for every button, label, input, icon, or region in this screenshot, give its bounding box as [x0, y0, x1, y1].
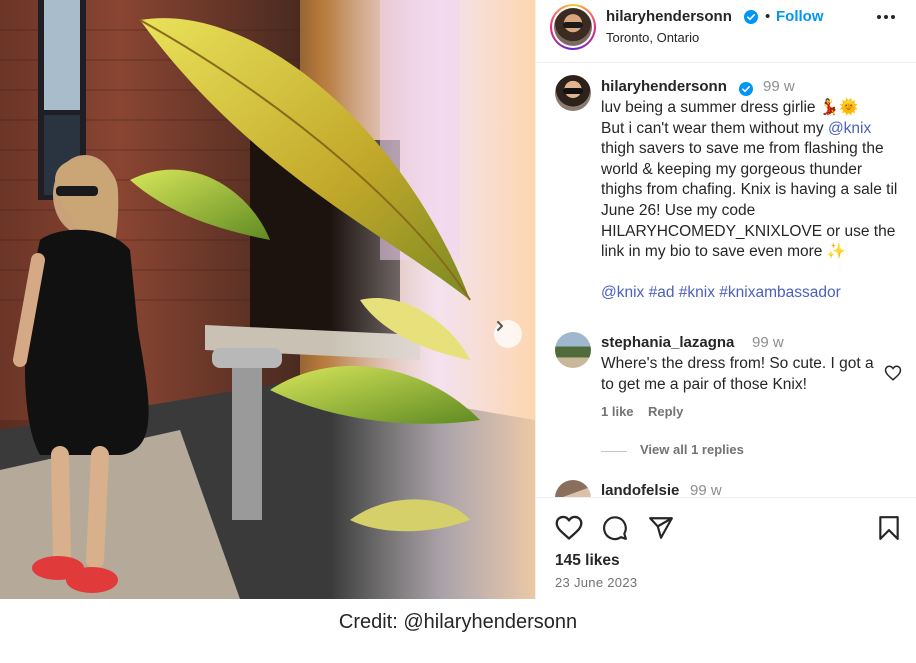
- share-icon[interactable]: [648, 515, 674, 541]
- comment-timestamp: 99 w: [690, 482, 722, 497]
- reply-button[interactable]: Reply: [648, 404, 683, 419]
- caption-text-start: But i can't wear them without my: [601, 119, 828, 137]
- comment-icon[interactable]: [602, 515, 628, 541]
- next-photo-button[interactable]: [494, 320, 522, 348]
- view-replies-button[interactable]: View all 1 replies: [640, 442, 744, 457]
- post-header: hilaryhendersonn • Follow Toronto, Ontar…: [536, 0, 916, 63]
- comment-text: Where's the dress from! So cute. I got a…: [601, 355, 874, 393]
- separator-dot: •: [765, 8, 771, 25]
- comment-timestamp: 99 w: [752, 334, 784, 351]
- comment-like-heart-icon[interactable]: [884, 364, 902, 382]
- commenter-avatar[interactable]: [555, 332, 591, 368]
- caption-text-end: thigh savers to save me from flashing th…: [601, 140, 898, 261]
- comment-username[interactable]: stephania_lazagna: [601, 334, 734, 351]
- comments-section: hilaryhendersonn 99 w luv being a summer…: [536, 64, 916, 497]
- post-location[interactable]: Toronto, Ontario: [606, 30, 699, 45]
- bookmark-icon[interactable]: [878, 515, 900, 541]
- caption-username[interactable]: hilaryhendersonn: [601, 78, 727, 95]
- comment-like-count[interactable]: 1 like: [601, 404, 634, 419]
- post-photo: [0, 0, 535, 599]
- verified-badge-icon: [739, 82, 753, 96]
- chevron-right-icon: [497, 321, 503, 331]
- caption-timestamp: 99 w: [763, 78, 795, 95]
- more-options-icon[interactable]: [876, 14, 896, 20]
- caption-line-1: luv being a summer dress girlie 💃🌞: [601, 99, 859, 116]
- post-date: 23 June 2023: [555, 575, 638, 590]
- post-actions: 145 likes 23 June 2023: [536, 497, 916, 599]
- photo-illustration: [0, 0, 535, 599]
- replies-divider: [601, 451, 627, 452]
- author-avatar[interactable]: [550, 4, 596, 50]
- likes-count[interactable]: 145 likes: [555, 552, 620, 570]
- commenter-avatar[interactable]: [555, 480, 591, 497]
- verified-badge-icon: [744, 10, 758, 24]
- caption-avatar[interactable]: [555, 75, 591, 111]
- follow-button[interactable]: Follow: [776, 8, 824, 25]
- caption-hashtags[interactable]: @knix #ad #knix #knixambassador: [601, 284, 841, 302]
- avatar-image: [554, 8, 592, 46]
- post-details-panel: hilaryhendersonn • Follow Toronto, Ontar…: [535, 0, 916, 599]
- mention-link[interactable]: @knix: [828, 120, 871, 137]
- comment-username[interactable]: landofelsie: [601, 482, 679, 497]
- heart-icon[interactable]: [555, 515, 583, 541]
- author-username[interactable]: hilaryhendersonn: [606, 8, 732, 25]
- photo-credit: Credit: @hilaryhendersonn: [338, 611, 578, 633]
- caption-text: luv being a summer dress girlie 💃🌞 But i…: [601, 98, 906, 263]
